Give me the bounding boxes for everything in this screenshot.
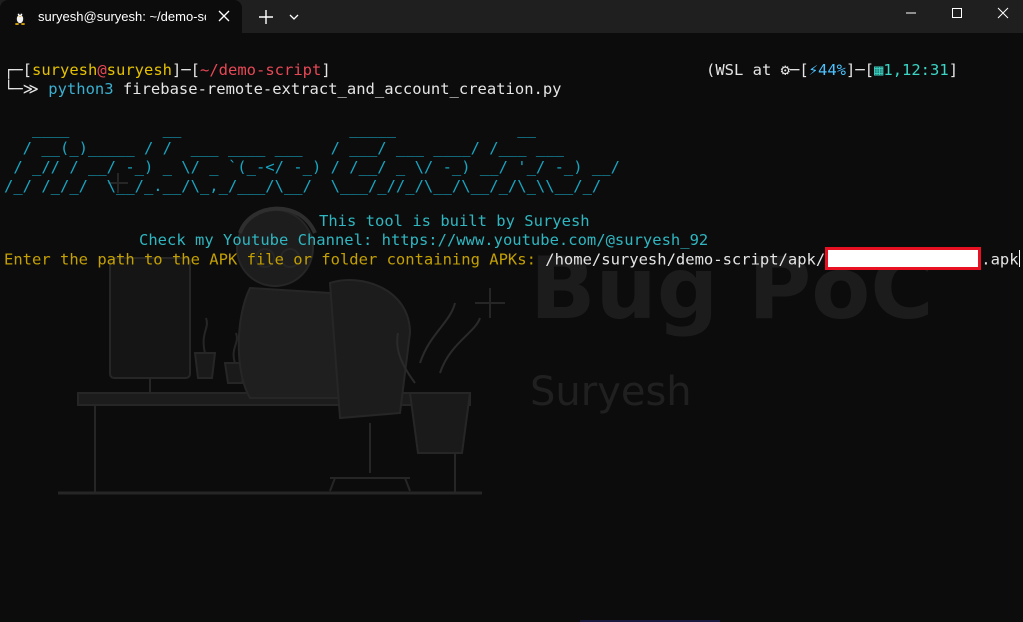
wsl-gear-icon: ⚙	[780, 61, 790, 79]
prompt-arrow-icon: ≫	[22, 80, 39, 98]
close-icon	[997, 7, 1009, 19]
prompt-sep: ]─[	[172, 61, 200, 79]
command-line: └─≫ python3 firebase-remote-extract_and_…	[4, 80, 562, 99]
minimize-button[interactable]	[888, 0, 934, 33]
prompt-cwd: ~/demo-script	[200, 61, 322, 79]
maximize-button[interactable]	[934, 0, 980, 33]
prompt-line: ┌─[suryesh@suryesh]─[~/demo-script]	[4, 61, 331, 80]
enter-path-label: Enter the path to the APK file or folder…	[4, 250, 536, 269]
battery-level: 44%	[818, 61, 847, 79]
terminal-content[interactable]: Bug PoC Suryesh ┌─[suryesh@suryesh]─[~/d…	[0, 33, 1023, 622]
status-time: 1,12:31	[883, 61, 949, 79]
new-tab-icon[interactable]	[255, 6, 277, 28]
prompt-close: ]	[321, 61, 331, 79]
prompt-user: suryesh	[32, 61, 98, 79]
tab-title: suryesh@suryesh: ~/demo-scr	[38, 9, 206, 24]
minimize-icon	[906, 12, 916, 14]
prompt-corner-bottom: └─	[4, 80, 23, 98]
path-input-value[interactable]: /home/suryesh/demo-script/apk/	[545, 251, 825, 269]
close-tab-icon[interactable]	[216, 8, 232, 24]
youtube-text: Check my Youtube Channel: https://www.yo…	[139, 231, 709, 249]
ascii-banner-line-3: / _// / __/ -_) _ \/ _ `(_-</ -_) / /__/…	[4, 158, 620, 176]
status-mid: ]─[	[846, 61, 875, 79]
prompt-host: suryesh	[106, 61, 172, 79]
status-open-bracket: ─[	[790, 61, 809, 79]
chevron-down-icon[interactable]	[286, 9, 302, 25]
redaction-box	[825, 247, 982, 270]
terminal-window: suryesh@suryesh: ~/demo-scr Bug PoC Sury…	[0, 0, 1023, 622]
close-window-button[interactable]	[980, 0, 1023, 33]
text-cursor	[1018, 250, 1020, 267]
battery-charging-icon: ⚡	[808, 61, 819, 79]
ascii-banner-line-2: / __(_)_____ / / ___ ____ ___ / ___/ ___…	[4, 139, 574, 157]
maximize-icon	[952, 8, 962, 18]
ascii-banner-line-1: ____ __ _____ __	[4, 120, 546, 138]
input-line[interactable]: Enter the path to the APK file or folder…	[4, 247, 1020, 270]
command-args: firebase-remote-extract_and_account_crea…	[122, 80, 562, 98]
prompt-corner-top: ┌─[	[4, 61, 32, 79]
path-suffix: .apk	[981, 250, 1019, 269]
prompt-at: @	[97, 61, 107, 79]
status-close: ]	[948, 61, 959, 79]
title-bar: suryesh@suryesh: ~/demo-scr	[0, 0, 1023, 33]
brand-name-text: Suryesh	[530, 369, 692, 415]
linux-penguin-icon	[15, 12, 25, 25]
built-by-text: This tool is built by Suryesh	[319, 212, 590, 230]
calendar-icon: ▦	[874, 61, 884, 79]
status-prefix: (WSL at	[706, 61, 781, 79]
command-program: python3	[48, 80, 114, 98]
ascii-banner-line-4: /_/ /_/_/ \__/_.__/\_,_/___/\__/ \___/_/…	[4, 177, 611, 195]
tab-terminal[interactable]: suryesh@suryesh: ~/demo-scr	[0, 0, 242, 33]
status-segment: (WSL at ⚙─[⚡44%]─[▦1,12:31]	[706, 61, 958, 80]
